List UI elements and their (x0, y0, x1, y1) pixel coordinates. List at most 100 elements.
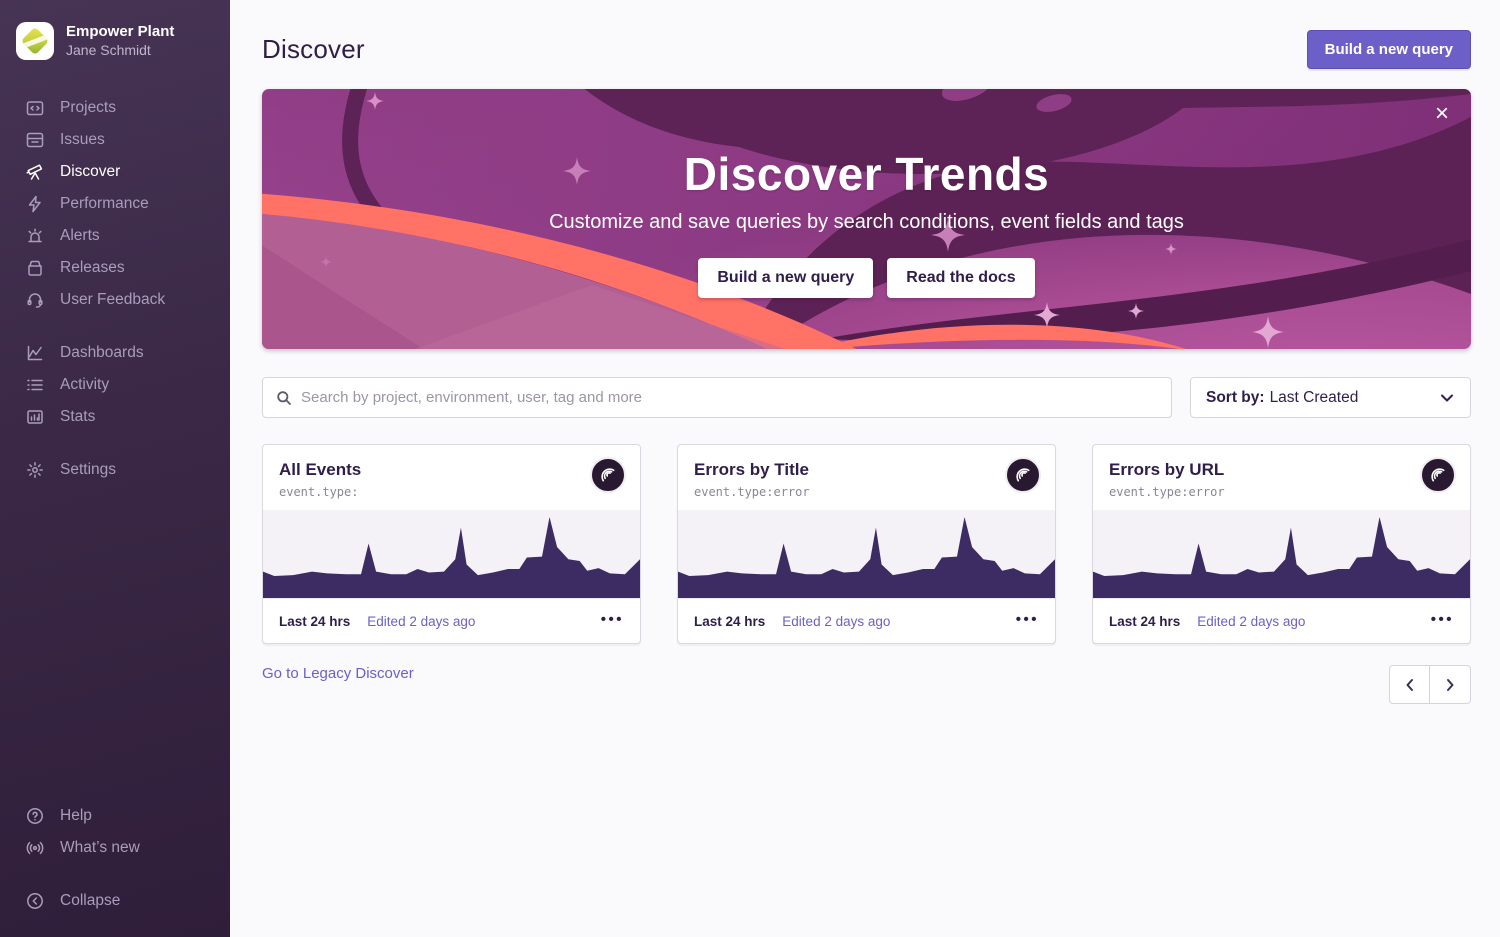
sidebar-item-dashboards[interactable]: Dashboards (0, 337, 230, 369)
org-logo-icon (21, 27, 49, 55)
nav-divider (0, 316, 230, 337)
card-timeframe: Last 24 hrs (694, 614, 765, 629)
collapse-icon (25, 891, 45, 911)
sidebar-item-label: Collapse (60, 891, 120, 911)
search-box[interactable] (262, 377, 1172, 418)
banner-content: Discover Trends Customize and save queri… (262, 89, 1471, 349)
chevron-left-icon (1402, 677, 1418, 693)
pagination-next-button[interactable] (1430, 665, 1471, 704)
gear-icon (25, 460, 45, 480)
card-query: event.type: (279, 485, 624, 499)
sentry-logo-icon (1429, 466, 1448, 485)
sidebar-item-settings[interactable]: Settings (0, 454, 230, 486)
page-header: Discover Build a new query (230, 0, 1500, 89)
card-title: Errors by Title (694, 460, 1039, 480)
build-new-query-button[interactable]: Build a new query (1307, 30, 1471, 69)
search-icon (276, 390, 292, 406)
siren-icon (25, 226, 45, 246)
org-avatar (16, 22, 54, 60)
sidebar-item-label: User Feedback (60, 290, 165, 310)
broadcast-icon (25, 838, 45, 858)
card-footer: Last 24 hrs Edited 2 days ago ••• (263, 598, 640, 643)
org-switcher[interactable]: Empower Plant Jane Schmidt (0, 14, 230, 66)
org-names: Empower Plant Jane Schmidt (66, 23, 174, 59)
card-edited: Edited 2 days ago (1197, 614, 1305, 629)
org-user-name: Jane Schmidt (66, 42, 174, 60)
card-context-menu-icon[interactable]: ••• (601, 607, 624, 636)
sidebar-item-issues[interactable]: Issues (0, 124, 230, 156)
issues-icon (25, 130, 45, 150)
sort-dropdown[interactable]: Sort by: Last Created (1190, 377, 1471, 418)
sidebar-item-label: Help (60, 806, 92, 826)
sidebar-item-performance[interactable]: Performance (0, 188, 230, 220)
sidebar: Empower Plant Jane Schmidt Projects Issu… (0, 0, 230, 937)
sidebar-item-label: Discover (60, 162, 120, 182)
main-content: Discover Build a new query (230, 0, 1500, 937)
sidebar-footer-nav: Help What’s new Collapse (0, 800, 230, 917)
banner-subtitle: Customize and save queries by search con… (549, 211, 1184, 234)
banner-read-docs-button[interactable]: Read the docs (887, 258, 1034, 298)
sidebar-item-label: Performance (60, 194, 149, 214)
sidebar-nav: Projects Issues Discover Performance Ale… (0, 92, 230, 486)
card-context-menu-icon[interactable]: ••• (1016, 607, 1039, 636)
banner-build-query-button[interactable]: Build a new query (698, 258, 873, 298)
card-header: Errors by URL event.type:error (1093, 445, 1470, 510)
discover-trends-banner: × Discover Trends Customize and save que… (262, 89, 1471, 349)
chevron-right-icon (1442, 677, 1458, 693)
sort-label: Sort by: (1206, 389, 1265, 407)
sidebar-item-activity[interactable]: Activity (0, 369, 230, 401)
query-card-errors-by-title[interactable]: Errors by Title event.type:error Last 24… (677, 444, 1056, 644)
card-footer: Last 24 hrs Edited 2 days ago ••• (1093, 598, 1470, 643)
sentry-logo-icon (1014, 466, 1033, 485)
sidebar-item-label: Alerts (60, 226, 100, 246)
sidebar-item-label: Issues (60, 130, 105, 150)
sort-value: Last Created (1270, 389, 1359, 407)
sidebar-item-label: Stats (60, 407, 95, 427)
sparkline-chart (263, 510, 640, 598)
support-icon (25, 290, 45, 310)
pagination (1389, 665, 1471, 704)
sentry-avatar (1420, 457, 1456, 493)
sentry-avatar (590, 457, 626, 493)
sparkline-chart (1093, 510, 1470, 598)
search-input[interactable] (301, 389, 1158, 406)
stats-icon (25, 407, 45, 427)
card-title: All Events (279, 460, 624, 480)
pagination-previous-button[interactable] (1389, 665, 1430, 704)
telescope-icon (25, 162, 45, 182)
query-card-all-events[interactable]: All Events event.type: Last 24 hrs Edite… (262, 444, 641, 644)
card-footer: Last 24 hrs Edited 2 days ago ••• (678, 598, 1055, 643)
sidebar-item-label: Releases (60, 258, 125, 278)
sidebar-item-user-feedback[interactable]: User Feedback (0, 284, 230, 316)
sparkline-chart (678, 510, 1055, 598)
chevron-down-icon (1439, 390, 1455, 406)
sidebar-item-whats-new[interactable]: What’s new (0, 832, 230, 864)
sidebar-item-label: Activity (60, 375, 109, 395)
nav-divider (0, 864, 230, 885)
card-header: All Events event.type: (263, 445, 640, 510)
card-timeframe: Last 24 hrs (279, 614, 350, 629)
sidebar-item-alerts[interactable]: Alerts (0, 220, 230, 252)
sidebar-collapse-button[interactable]: Collapse (0, 885, 230, 917)
sidebar-item-releases[interactable]: Releases (0, 252, 230, 284)
card-context-menu-icon[interactable]: ••• (1431, 607, 1454, 636)
card-edited: Edited 2 days ago (367, 614, 475, 629)
card-edited: Edited 2 days ago (782, 614, 890, 629)
sidebar-item-discover[interactable]: Discover (0, 156, 230, 188)
sidebar-item-stats[interactable]: Stats (0, 401, 230, 433)
nav-divider (0, 433, 230, 454)
question-icon (25, 806, 45, 826)
banner-actions: Build a new query Read the docs (698, 258, 1034, 298)
card-title: Errors by URL (1109, 460, 1454, 480)
query-card-errors-by-url[interactable]: Errors by URL event.type:error Last 24 h… (1092, 444, 1471, 644)
releases-icon (25, 258, 45, 278)
org-name: Empower Plant (66, 23, 174, 42)
projects-icon (25, 98, 45, 118)
sentry-avatar (1005, 457, 1041, 493)
sidebar-item-projects[interactable]: Projects (0, 92, 230, 124)
banner-close-icon[interactable]: × (1427, 99, 1457, 129)
page-title: Discover (262, 34, 365, 65)
sidebar-item-label: What’s new (60, 838, 140, 858)
sidebar-item-help[interactable]: Help (0, 800, 230, 832)
legacy-discover-link[interactable]: Go to Legacy Discover (262, 665, 414, 682)
